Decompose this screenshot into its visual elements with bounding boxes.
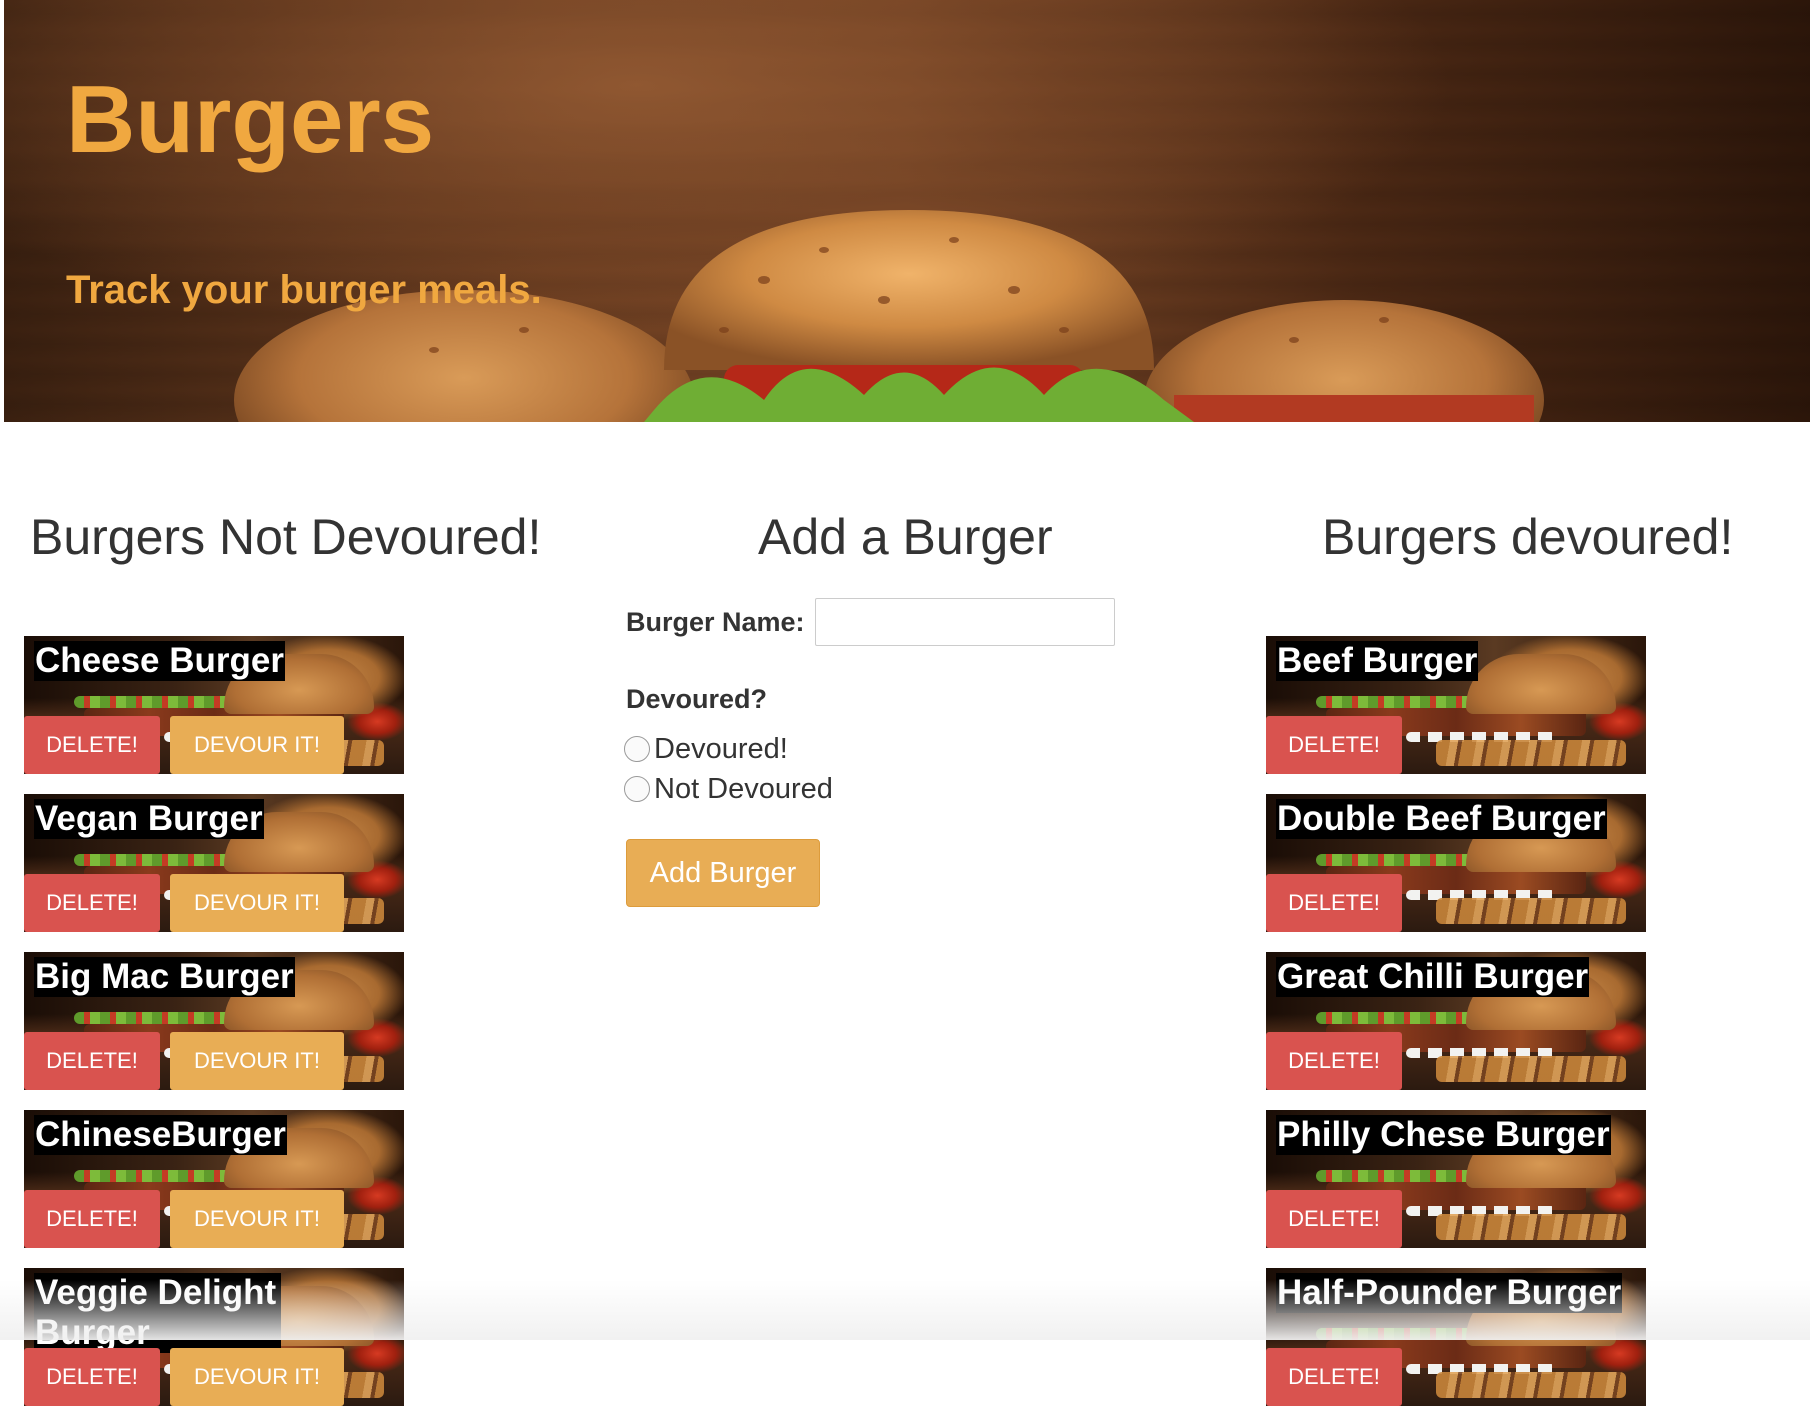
devoured-heading: Burgers devoured! (1322, 510, 1733, 565)
delete-button[interactable]: DELETE! (1266, 1190, 1402, 1248)
hero-banner: Burgers Track your burger meals. (4, 0, 1810, 422)
burger-name-row: Burger Name: (626, 596, 1160, 648)
burger-card: Cheese Burger DELETE! DEVOUR IT! (24, 636, 404, 774)
burger-card: Vegan Burger DELETE! DEVOUR IT! (24, 794, 404, 932)
devour-button[interactable]: DEVOUR IT! (170, 874, 344, 932)
radio-devoured[interactable] (624, 736, 650, 762)
burger-card: Double Beef Burger DELETE! (1266, 794, 1646, 932)
devoured-question: Devoured? (626, 684, 1160, 715)
burger-name: Half-Pounder Burger (1276, 1273, 1622, 1313)
delete-button[interactable]: DELETE! (24, 874, 160, 932)
delete-button[interactable]: DELETE! (24, 1348, 160, 1406)
radio-option-devoured[interactable]: Devoured! (624, 729, 1160, 769)
delete-button[interactable]: DELETE! (1266, 874, 1402, 932)
radio-devoured-label: Devoured! (654, 733, 788, 766)
radio-option-not-devoured[interactable]: Not Devoured (624, 769, 1160, 809)
burger-name-label: Burger Name: (626, 607, 805, 638)
devour-button[interactable]: DEVOUR IT! (170, 716, 344, 774)
add-burger-button[interactable]: Add Burger (626, 839, 820, 907)
delete-button[interactable]: DELETE! (1266, 716, 1402, 774)
not-devoured-list: Cheese Burger DELETE! DEVOUR IT! Vegan B… (24, 636, 404, 1426)
burger-card: Great Chilli Burger DELETE! (1266, 952, 1646, 1090)
center-bun (664, 210, 1154, 370)
devour-button[interactable]: DEVOUR IT! (170, 1190, 344, 1248)
burger-card: Veggie Delight Burger DELETE! DEVOUR IT! (24, 1268, 404, 1406)
burger-card: Philly Chese Burger DELETE! (1266, 1110, 1646, 1248)
delete-button[interactable]: DELETE! (24, 1032, 160, 1090)
burger-card: Beef Burger DELETE! (1266, 636, 1646, 774)
burger-name: Beef Burger (1276, 641, 1478, 681)
devour-button[interactable]: DEVOUR IT! (170, 1348, 344, 1406)
delete-button[interactable]: DELETE! (24, 1190, 160, 1248)
burger-card: ChineseBurger DELETE! DEVOUR IT! (24, 1110, 404, 1248)
page-subtitle: Track your burger meals. (66, 270, 542, 310)
delete-button[interactable]: DELETE! (24, 716, 160, 774)
delete-button[interactable]: DELETE! (1266, 1348, 1402, 1406)
delete-button[interactable]: DELETE! (1266, 1032, 1402, 1090)
not-devoured-heading: Burgers Not Devoured! (30, 510, 541, 565)
hero-burgers-image (4, 0, 1810, 422)
radio-not-devoured[interactable] (624, 776, 650, 802)
burger-name: Vegan Burger (34, 799, 264, 839)
right-bun-tomato (1174, 395, 1534, 422)
burger-name: Philly Chese Burger (1276, 1115, 1611, 1155)
add-burger-form: Burger Name: Devoured? Devoured! Not Dev… (600, 596, 1160, 907)
burger-name: ChineseBurger (34, 1115, 287, 1155)
burger-name: Double Beef Burger (1276, 799, 1607, 839)
devoured-list: Beef Burger DELETE! Double Beef Burger D… (1266, 636, 1646, 1426)
add-burger-heading: Add a Burger (758, 510, 1053, 565)
burger-name: Big Mac Burger (34, 957, 295, 997)
burger-name: Cheese Burger (34, 641, 285, 681)
burger-name: Veggie Delight Burger (34, 1273, 281, 1353)
devour-button[interactable]: DEVOUR IT! (170, 1032, 344, 1090)
burger-name: Great Chilli Burger (1276, 957, 1589, 997)
page-title: Burgers (66, 72, 434, 168)
radio-not-devoured-label: Not Devoured (654, 773, 833, 806)
burger-card: Big Mac Burger DELETE! DEVOUR IT! (24, 952, 404, 1090)
burger-name-input[interactable] (815, 598, 1115, 646)
burger-card: Half-Pounder Burger DELETE! (1266, 1268, 1646, 1406)
